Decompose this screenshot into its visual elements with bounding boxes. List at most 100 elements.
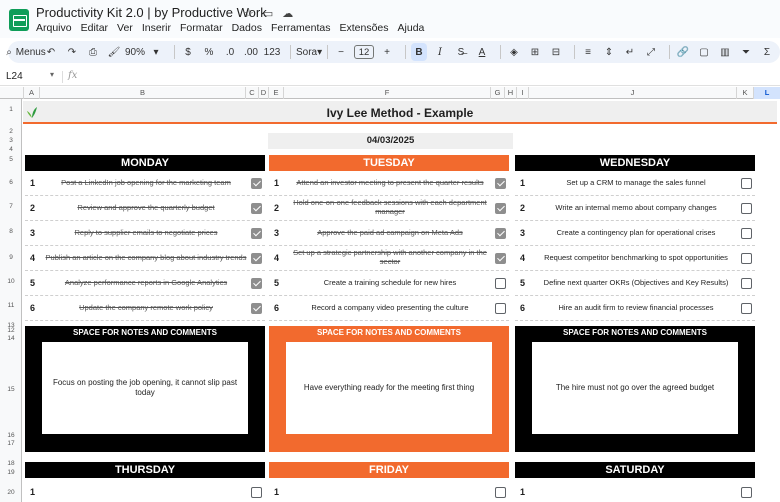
menu-item[interactable]: Extensões: [339, 22, 388, 34]
undo-icon[interactable]: ↶: [43, 43, 59, 61]
decrease-font-size-icon[interactable]: −: [333, 43, 349, 61]
row-header-20[interactable]: 20: [0, 489, 22, 496]
column-header-h[interactable]: H: [504, 87, 516, 99]
task-row[interactable]: 1 Post a LinkedIn job opening for the mar…: [25, 171, 265, 196]
task-checkbox[interactable]: [495, 302, 506, 314]
text-color-button[interactable]: A: [474, 43, 490, 61]
task-row[interactable]: 3 Reply to supplier emails to negotiate p…: [25, 221, 265, 246]
star-icon[interactable]: ☆: [244, 7, 254, 20]
strikethrough-icon[interactable]: S̶: [453, 43, 469, 61]
task-row[interactable]: 5 Analyze performance reports in Google A…: [25, 271, 265, 296]
column-header-f[interactable]: F: [283, 87, 490, 99]
row-header-9[interactable]: 9: [0, 254, 22, 261]
percent-format-button[interactable]: %: [201, 43, 217, 61]
row-header-11[interactable]: 11: [0, 302, 22, 309]
task-checkbox[interactable]: [741, 277, 752, 289]
column-header-l[interactable]: L: [753, 87, 780, 99]
task-row[interactable]: 5 Create a training schedule for new hire…: [269, 271, 509, 296]
task-row[interactable]: 3 Create a contingency plan for operation…: [515, 221, 755, 246]
task-text[interactable]: Define next quarter OKRs (Objectives and…: [531, 278, 741, 288]
row-header-15[interactable]: 15: [0, 386, 22, 393]
task-text[interactable]: Request competitor benchmarking to spot …: [531, 253, 741, 263]
task-text[interactable]: Set up a CRM to manage the sales funnel: [531, 178, 741, 188]
menu-item[interactable]: Inserir: [142, 22, 171, 34]
task-row[interactable]: 1 Attend an investor meeting to present t…: [269, 171, 509, 196]
row-header-4[interactable]: 4: [0, 146, 22, 153]
row-header-13[interactable]: 13: [0, 322, 22, 329]
task-text[interactable]: Create a training schedule for new hires: [285, 278, 495, 288]
menu-item[interactable]: Arquivo: [36, 22, 72, 34]
filter-icon[interactable]: ⏷: [738, 43, 754, 61]
task-checkbox[interactable]: [741, 486, 752, 498]
column-header-i[interactable]: I: [516, 87, 528, 99]
row-header-7[interactable]: 7: [0, 203, 22, 210]
currency-format-button[interactable]: $: [180, 43, 196, 61]
task-text[interactable]: Review and approve the quarterly budget: [41, 203, 251, 213]
italic-button[interactable]: I: [432, 43, 448, 61]
task-text[interactable]: Hire an audit firm to review financial p…: [531, 303, 741, 313]
task-text[interactable]: Attend an investor meeting to present th…: [285, 178, 495, 188]
vertical-align-icon[interactable]: ⇕: [601, 43, 617, 61]
cloud-status-icon[interactable]: ☁: [282, 7, 293, 20]
insert-link-icon[interactable]: 🔗: [675, 43, 691, 61]
task-text[interactable]: Set up a strategic partnership with anot…: [285, 248, 495, 266]
merge-cells-icon[interactable]: ⊟: [548, 43, 564, 61]
task-text[interactable]: Hold one-on-one feedback sessions with e…: [285, 198, 495, 216]
row-header-6[interactable]: 6: [0, 179, 22, 186]
task-checkbox[interactable]: [251, 177, 262, 189]
column-header-d[interactable]: D: [258, 87, 268, 99]
task-checkbox[interactable]: [495, 227, 506, 239]
more-formats-button[interactable]: 123: [264, 43, 281, 61]
font-size-input[interactable]: 12: [354, 45, 374, 59]
task-checkbox[interactable]: [495, 277, 506, 289]
menu-item[interactable]: Editar: [81, 22, 108, 34]
column-header-k[interactable]: K: [736, 87, 753, 99]
task-row[interactable]: 1: [269, 481, 509, 502]
task-row[interactable]: 6 Hire an audit firm to review financial …: [515, 296, 755, 321]
document-title[interactable]: Productivity Kit 2.0 | by Productive Wor…: [36, 5, 267, 20]
menu-item[interactable]: Dados: [232, 22, 262, 34]
row-header-10[interactable]: 10: [0, 278, 22, 285]
task-text[interactable]: Publish an article on the company blog a…: [41, 253, 251, 263]
task-row[interactable]: 1: [515, 481, 755, 502]
task-checkbox[interactable]: [495, 486, 506, 498]
task-checkbox[interactable]: [741, 177, 752, 189]
task-checkbox[interactable]: [495, 202, 506, 214]
column-header-a[interactable]: A: [23, 87, 39, 99]
task-checkbox[interactable]: [251, 252, 262, 264]
task-checkbox[interactable]: [495, 177, 506, 189]
task-row[interactable]: 6 Record a company video presenting the c…: [269, 296, 509, 321]
menu-item[interactable]: Ferramentas: [271, 22, 331, 34]
task-checkbox[interactable]: [741, 227, 752, 239]
row-header-5[interactable]: 5: [0, 156, 22, 163]
text-rotation-icon[interactable]: ⤢: [643, 43, 659, 61]
task-text[interactable]: Approve the paid ad campaign on Meta Ads: [285, 228, 495, 238]
zoom-select[interactable]: 90%: [125, 43, 145, 61]
task-row[interactable]: 5 Define next quarter OKRs (Objectives an…: [515, 271, 755, 296]
menu-item[interactable]: Formatar: [180, 22, 223, 34]
text-wrap-icon[interactable]: ↵: [622, 43, 638, 61]
task-checkbox[interactable]: [495, 252, 506, 264]
print-icon[interactable]: ⎙: [85, 43, 101, 61]
task-checkbox[interactable]: [741, 252, 752, 264]
name-box[interactable]: L24: [6, 71, 23, 82]
task-row[interactable]: 1: [25, 481, 265, 502]
row-header-18[interactable]: 18: [0, 460, 22, 467]
sheet-grid[interactable]: Ivy Lee Method - Example 04/03/2025 MOND…: [23, 99, 780, 502]
sheets-logo-icon[interactable]: [9, 9, 29, 31]
insert-comment-icon[interactable]: ▢: [696, 43, 712, 61]
date-cell[interactable]: 04/03/2025: [268, 133, 513, 149]
notes-text[interactable]: Have everything ready for the meeting fi…: [286, 342, 492, 434]
menu-item[interactable]: Ajuda: [398, 22, 425, 34]
redo-icon[interactable]: ↷: [64, 43, 80, 61]
task-text[interactable]: Create a contingency plan for operationa…: [531, 228, 741, 238]
row-header-8[interactable]: 8: [0, 228, 22, 235]
increase-font-size-icon[interactable]: +: [379, 43, 395, 61]
column-header-c[interactable]: C: [245, 87, 258, 99]
column-header-e[interactable]: E: [268, 87, 283, 99]
column-header-g[interactable]: G: [490, 87, 504, 99]
task-row[interactable]: 4 Set up a strategic partnership with ano…: [269, 246, 509, 271]
task-checkbox[interactable]: [741, 302, 752, 314]
notes-text[interactable]: Focus on posting the job opening, it can…: [42, 342, 248, 434]
menus-search-button[interactable]: ⌕ Menus: [6, 43, 46, 61]
